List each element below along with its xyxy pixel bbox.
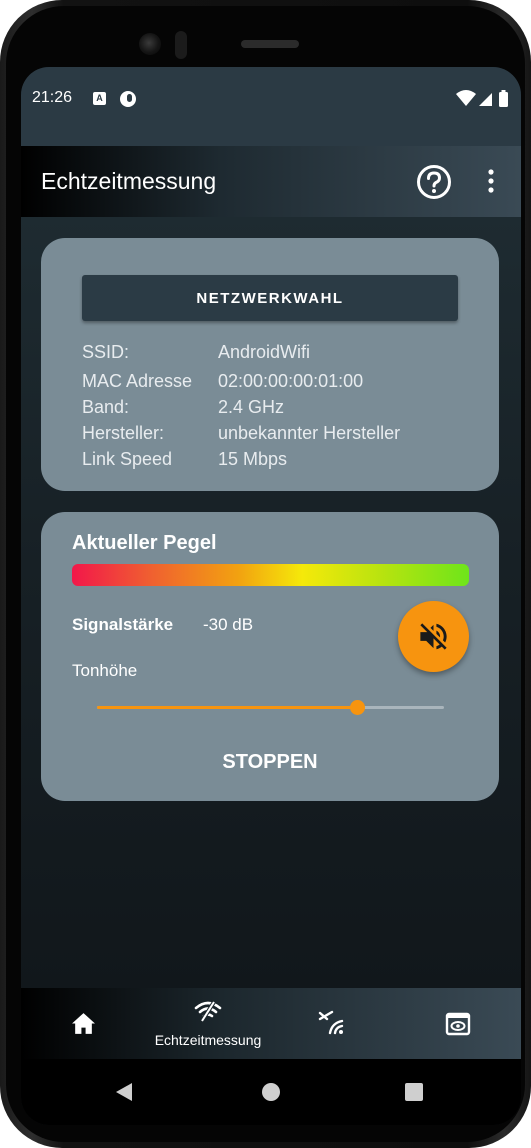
signal-scan-icon — [318, 1010, 344, 1035]
info-label: Hersteller: — [82, 423, 165, 443]
info-row-mac: MAC Adresse 02:00:00:00:01:00 — [82, 371, 472, 395]
info-value: 02:00:00:00:01:00 — [218, 371, 364, 391]
back-icon[interactable] — [115, 1082, 133, 1102]
help-icon[interactable] — [415, 163, 453, 201]
nav-item-scan[interactable] — [311, 988, 355, 1059]
pitch-slider-fill — [97, 706, 358, 709]
system-navigation — [21, 1059, 521, 1125]
cellular-icon — [479, 93, 492, 106]
info-value: 15 Mbps — [218, 449, 288, 469]
home-icon — [72, 1013, 95, 1034]
info-row-ssid: SSID: AndroidWifi — [82, 342, 472, 366]
battery-icon — [499, 92, 508, 107]
signal-strength-value: -30 dB — [203, 615, 254, 634]
stop-button[interactable]: STOPPEN — [190, 742, 350, 782]
recents-icon[interactable] — [404, 1082, 424, 1102]
info-label: Link Speed — [82, 449, 173, 469]
notification-circle-icon — [120, 91, 136, 107]
pitch-slider-thumb[interactable] — [349, 700, 365, 715]
status-right-icons — [456, 90, 508, 107]
info-row-link-speed: Link Speed 15 Mbps — [82, 449, 472, 473]
wifi-icon — [456, 90, 476, 106]
network-card: NETZWERKWAHL SSID: AndroidWifi MAC Adres… — [41, 238, 499, 491]
signal-strength-label: Signalstärke — [72, 615, 174, 634]
level-gradient-bar — [72, 564, 469, 586]
info-value: AndroidWifi — [218, 342, 311, 362]
nav-item-preview[interactable] — [437, 988, 481, 1059]
network-select-button[interactable]: NETZWERKWAHL — [82, 275, 458, 321]
front-camera — [139, 33, 161, 55]
preview-icon — [445, 1012, 471, 1036]
notification-a-icon: A — [93, 92, 106, 105]
bottom-navigation: Echtzeitmessung — [21, 988, 521, 1059]
mute-button[interactable] — [398, 601, 469, 672]
earpiece-speaker — [241, 40, 299, 48]
status-time: 21:26 — [32, 89, 73, 106]
volume-off-icon — [420, 623, 447, 650]
pitch-label: Tonhöhe — [72, 661, 138, 680]
nav-item-realtime[interactable]: Echtzeitmessung — [138, 988, 278, 1059]
more-vert-icon[interactable] — [481, 164, 501, 200]
info-label: MAC Adresse — [82, 371, 193, 391]
info-row-band: Band: 2.4 GHz — [82, 397, 472, 421]
info-value: 2.4 GHz — [218, 397, 285, 417]
info-label: Band: — [82, 397, 130, 417]
info-row-vendor: Hersteller: unbekannter Hersteller — [82, 423, 472, 447]
phone-frame: 21:26 A Echtzeitmessung NETZWERKWAHL SSI… — [0, 0, 531, 1148]
nav-item-home[interactable] — [61, 988, 105, 1059]
info-label: SSID: — [82, 342, 130, 362]
main-content: NETZWERKWAHL SSID: AndroidWifi MAC Adres… — [21, 217, 521, 988]
nav-label-realtime: Echtzeitmessung — [154, 1032, 262, 1048]
app-bar: Echtzeitmessung — [21, 146, 521, 217]
home-circle-icon[interactable] — [261, 1082, 281, 1102]
level-card: Aktueller Pegel Signalstärke -30 dB Tonh… — [41, 512, 499, 801]
screen: 21:26 A Echtzeitmessung NETZWERKWAHL SSI… — [21, 67, 521, 1125]
proximity-sensor — [175, 31, 187, 59]
level-title: Aktueller Pegel — [72, 532, 217, 554]
status-bar: 21:26 A — [21, 67, 521, 146]
info-value: unbekannter Hersteller — [218, 423, 401, 443]
page-title: Echtzeitmessung — [41, 168, 217, 194]
wifi-measure-icon — [194, 1000, 222, 1022]
